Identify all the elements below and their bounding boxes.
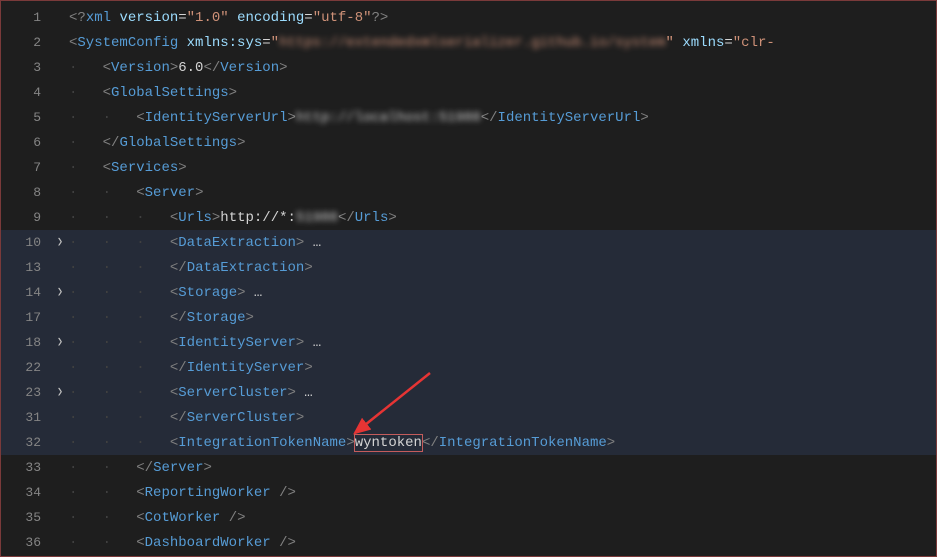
code-content[interactable]: · <GlobalSettings> — [69, 85, 936, 101]
code-line[interactable]: 32 · · · <IntegrationTokenName>wyntoken</… — [1, 430, 936, 455]
code-line[interactable]: 9 · · · <Urls>http://*:51980</Urls> — [1, 205, 936, 230]
code-line[interactable]: 7 · <Services> — [1, 155, 936, 180]
code-line[interactable]: 4 · <GlobalSettings> — [1, 80, 936, 105]
line-number: 22 — [1, 360, 51, 375]
line-number: 7 — [1, 160, 51, 175]
code-content[interactable]: · · · <Storage> … — [69, 285, 936, 301]
code-line[interactable]: 8 · · <Server> — [1, 180, 936, 205]
line-number: 34 — [1, 485, 51, 500]
code-line[interactable]: 14›· · · <Storage> … — [1, 280, 936, 305]
code-content[interactable]: · · · <Urls>http://*:51980</Urls> — [69, 210, 936, 226]
code-line[interactable]: 33 · · </Server> — [1, 455, 936, 480]
code-content[interactable]: · · <ReportingWorker /> — [69, 485, 936, 501]
code-line[interactable]: 3 · <Version>6.0</Version> — [1, 55, 936, 80]
line-number: 13 — [1, 260, 51, 275]
code-line[interactable]: 35 · · <CotWorker /> — [1, 505, 936, 530]
fold-toggle[interactable]: › — [51, 231, 69, 253]
code-editor[interactable]: 1 <?xml version="1.0" encoding="utf-8"?> 2… — [1, 5, 936, 555]
line-number: 10 — [1, 235, 51, 250]
code-content[interactable]: · · · </Storage> — [69, 310, 936, 326]
code-content[interactable]: · · · </DataExtraction> — [69, 260, 936, 276]
line-number: 5 — [1, 110, 51, 125]
code-line[interactable]: 5 · · <IdentityServerUrl>http://localhost… — [1, 105, 936, 130]
code-line[interactable]: 1 <?xml version="1.0" encoding="utf-8"?> — [1, 5, 936, 30]
code-line[interactable]: 22 · · · </IdentityServer> — [1, 355, 936, 380]
fold-toggle[interactable]: › — [51, 281, 69, 303]
code-content[interactable]: · · </Server> — [69, 460, 936, 476]
line-number: 33 — [1, 460, 51, 475]
code-content[interactable]: · · · </IdentityServer> — [69, 360, 936, 376]
line-number: 36 — [1, 535, 51, 550]
line-number: 23 — [1, 385, 51, 400]
code-content[interactable]: · · · <IntegrationTokenName>wyntoken</In… — [69, 435, 936, 451]
code-line[interactable]: 17 · · · </Storage> — [1, 305, 936, 330]
fold-toggle[interactable]: › — [51, 331, 69, 353]
code-content[interactable]: <?xml version="1.0" encoding="utf-8"?> — [69, 10, 936, 26]
code-line[interactable]: 31 · · · </ServerCluster> — [1, 405, 936, 430]
line-number: 32 — [1, 435, 51, 450]
code-line[interactable]: 36 · · <DashboardWorker /> — [1, 530, 936, 555]
line-number: 3 — [1, 60, 51, 75]
code-line[interactable]: 18›· · · <IdentityServer> … — [1, 330, 936, 355]
code-line[interactable]: 23›· · · <ServerCluster> … — [1, 380, 936, 405]
code-content[interactable]: · · <IdentityServerUrl>http://localhost:… — [69, 110, 936, 126]
code-content[interactable]: · <Version>6.0</Version> — [69, 60, 936, 76]
code-line[interactable]: 13 · · · </DataExtraction> — [1, 255, 936, 280]
code-content[interactable]: · · <CotWorker /> — [69, 510, 936, 526]
code-content[interactable]: · · · </ServerCluster> — [69, 410, 936, 426]
fold-toggle[interactable]: › — [51, 381, 69, 403]
code-line[interactable]: 10›· · · <DataExtraction> … — [1, 230, 936, 255]
code-content[interactable]: · </GlobalSettings> — [69, 135, 936, 151]
line-number: 4 — [1, 85, 51, 100]
code-line[interactable]: 6 · </GlobalSettings> — [1, 130, 936, 155]
line-number: 35 — [1, 510, 51, 525]
code-content[interactable]: · · <Server> — [69, 185, 936, 201]
line-number: 8 — [1, 185, 51, 200]
line-number: 2 — [1, 35, 51, 50]
highlighted-token: wyntoken — [355, 435, 422, 451]
line-number: 1 — [1, 10, 51, 25]
line-number: 9 — [1, 210, 51, 225]
code-content[interactable]: · · · <DataExtraction> … — [69, 235, 936, 251]
line-number: 6 — [1, 135, 51, 150]
line-number: 18 — [1, 335, 51, 350]
line-number: 31 — [1, 410, 51, 425]
code-line[interactable]: 2 <SystemConfig xmlns:sys="https://extend… — [1, 30, 936, 55]
line-number: 14 — [1, 285, 51, 300]
code-line[interactable]: 34 · · <ReportingWorker /> — [1, 480, 936, 505]
code-content[interactable]: <SystemConfig xmlns:sys="https://extende… — [69, 35, 936, 51]
code-content[interactable]: · · · <ServerCluster> … — [69, 385, 936, 401]
line-number: 17 — [1, 310, 51, 325]
code-content[interactable]: · · · <IdentityServer> … — [69, 335, 936, 351]
code-content[interactable]: · <Services> — [69, 160, 936, 176]
code-content[interactable]: · · <DashboardWorker /> — [69, 535, 936, 551]
